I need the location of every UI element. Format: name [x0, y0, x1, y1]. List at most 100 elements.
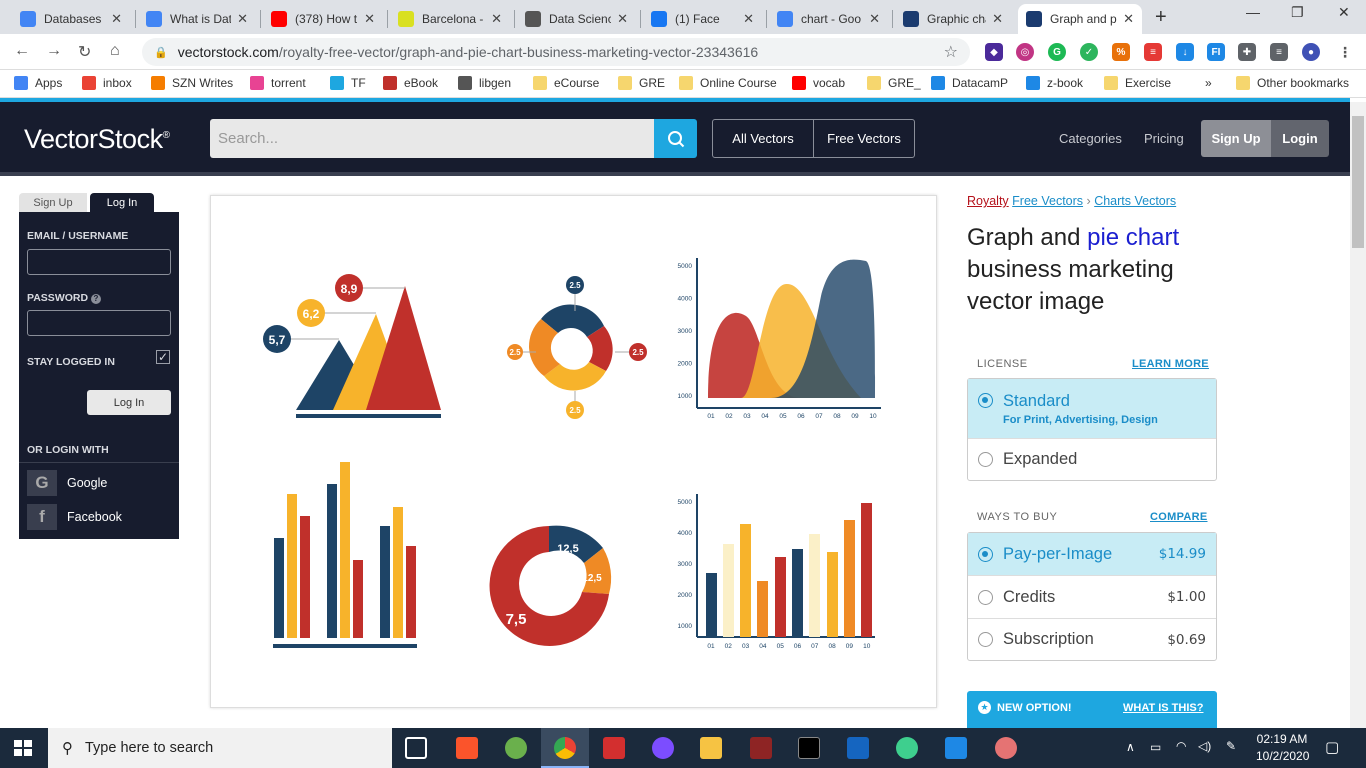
bookmark-item[interactable]: torrent: [250, 76, 306, 90]
license-expanded-option[interactable]: Expanded: [968, 438, 1216, 480]
grammarly-icon[interactable]: G: [1048, 43, 1066, 61]
facebook-login-button[interactable]: f Facebook: [27, 504, 122, 530]
notification-icon[interactable]: ▢: [1325, 738, 1339, 756]
close-tab-icon[interactable]: ✕: [743, 11, 754, 27]
other-bookmarks[interactable]: Other bookmarks: [1236, 76, 1349, 90]
email-field[interactable]: [27, 249, 171, 275]
chrome-taskbar-active[interactable]: [541, 728, 589, 768]
header-login-button[interactable]: Login: [1271, 120, 1329, 157]
breadcrumb-charts-vectors[interactable]: Charts Vectors: [1094, 194, 1176, 208]
winrar-icon[interactable]: [750, 737, 772, 759]
browser-tab[interactable]: What is Dat ✕: [138, 4, 256, 34]
close-tab-icon[interactable]: ✕: [237, 11, 248, 27]
close-tab-icon[interactable]: ✕: [869, 11, 880, 27]
fi-extension-icon[interactable]: FI: [1207, 43, 1225, 61]
all-vectors-button[interactable]: All Vectors: [713, 120, 813, 157]
help-icon[interactable]: ?: [90, 294, 101, 304]
reload-icon[interactable]: ↻: [78, 42, 91, 62]
login-submit-button[interactable]: Log In: [87, 390, 171, 415]
minimize-icon[interactable]: —: [1246, 4, 1260, 20]
windows-start-icon[interactable]: [14, 740, 32, 756]
bookmark-item[interactable]: vocab: [792, 76, 845, 90]
forward-arrow-icon[interactable]: →: [46, 42, 62, 60]
learn-more-link[interactable]: LEARN MORE: [1132, 358, 1209, 370]
terminal-icon[interactable]: [798, 737, 820, 759]
wifi-icon[interactable]: ◠: [1176, 739, 1186, 753]
maps-app-icon[interactable]: [505, 737, 527, 759]
instagram-icon[interactable]: ◎: [1016, 43, 1034, 61]
browser-tab[interactable]: Graphic cha ✕: [895, 4, 1011, 34]
bookmark-item[interactable]: Apps: [14, 76, 62, 90]
bookmark-item[interactable]: TF: [330, 76, 366, 90]
search-button[interactable]: [654, 119, 697, 158]
more-bookmarks-chevron[interactable]: »: [1205, 76, 1212, 90]
browser-tab[interactable]: (1) Face ✕: [643, 4, 762, 34]
list-extension-icon[interactable]: ≡: [1144, 43, 1162, 61]
close-tab-icon[interactable]: ✕: [617, 11, 628, 27]
free-vectors-button[interactable]: Free Vectors: [813, 120, 914, 157]
search-input[interactable]: Search...: [210, 119, 654, 158]
battery-icon[interactable]: ▭: [1150, 740, 1161, 754]
profile-avatar[interactable]: ●: [1302, 43, 1320, 61]
browser-tab[interactable]: Databases a ✕: [12, 4, 130, 34]
bookmark-item[interactable]: SZN Writes: [151, 76, 233, 90]
bookmark-item[interactable]: eBook: [383, 76, 438, 90]
check-extension-icon[interactable]: ✓: [1080, 43, 1098, 61]
subscription-option[interactable]: Subscription $0.69: [968, 618, 1216, 660]
coupon-extension-icon[interactable]: %: [1112, 43, 1130, 61]
close-tab-icon[interactable]: ✕: [1123, 11, 1134, 27]
google-login-button[interactable]: G Google: [27, 470, 107, 496]
back-arrow-icon[interactable]: ←: [14, 42, 30, 60]
scrollbar-thumb[interactable]: [1352, 116, 1364, 248]
browser-tab[interactable]: Barcelona - ✕: [390, 4, 510, 34]
compare-link[interactable]: COMPARE: [1150, 511, 1208, 523]
download-arrow-icon[interactable]: ↓: [1176, 43, 1194, 61]
powershell-icon[interactable]: [847, 737, 869, 759]
what-is-this-link[interactable]: WHAT IS THIS?: [1123, 702, 1203, 714]
bookmark-item[interactable]: Online Course: [679, 76, 777, 90]
bookmark-item[interactable]: inbox: [82, 76, 132, 90]
paint-icon[interactable]: [995, 737, 1017, 759]
task-view-icon[interactable]: [405, 737, 427, 759]
license-standard-option[interactable]: Standard For Print, Advertising, Design: [968, 379, 1216, 438]
bookmark-star-icon[interactable]: ☆: [944, 42, 958, 62]
bookmark-item[interactable]: libgen: [458, 76, 511, 90]
bookmark-item[interactable]: eCourse: [533, 76, 599, 90]
browser-tab[interactable]: (378) How t ✕: [263, 4, 383, 34]
home-icon[interactable]: ⌂: [110, 42, 120, 60]
close-tab-icon[interactable]: ✕: [491, 11, 502, 27]
header-signup-button[interactable]: Sign Up: [1201, 120, 1271, 157]
taskbar-search[interactable]: ⚲ Type here to search: [48, 728, 392, 768]
vectorstock-logo[interactable]: VectorStock®: [24, 124, 170, 155]
categories-link[interactable]: Categories: [1059, 131, 1122, 146]
signup-tab[interactable]: Sign Up: [19, 193, 87, 213]
close-tab-icon[interactable]: ✕: [992, 11, 1003, 27]
bookmark-item[interactable]: GRE_: [867, 76, 921, 90]
torrent-app-icon[interactable]: [652, 737, 674, 759]
breadcrumb-royalty[interactable]: Royalty: [967, 194, 1009, 208]
restore-icon[interactable]: ❐: [1291, 4, 1304, 21]
login-tab[interactable]: Log In: [90, 193, 154, 213]
close-window-icon[interactable]: ✕: [1338, 4, 1350, 21]
photos-icon[interactable]: [945, 737, 967, 759]
chevron-up-icon[interactable]: ∧: [1126, 740, 1135, 754]
bookmark-item[interactable]: DatacamP: [931, 76, 1008, 90]
file-explorer-icon[interactable]: [700, 737, 722, 759]
bookmark-item[interactable]: z-book: [1026, 76, 1083, 90]
pricing-link[interactable]: Pricing: [1144, 131, 1184, 146]
url-bar[interactable]: 🔒 vectorstock.com/royalty-free-vector/gr…: [142, 38, 970, 66]
volume-icon[interactable]: ◁): [1198, 739, 1211, 753]
stay-logged-checkbox[interactable]: ✓: [156, 350, 170, 364]
new-tab-button[interactable]: +: [1155, 6, 1167, 29]
browser-tab[interactable]: Graph and p ✕: [1018, 4, 1142, 34]
credits-option[interactable]: Credits $1.00: [968, 575, 1216, 618]
close-tab-icon[interactable]: ✕: [111, 11, 122, 27]
brave-icon[interactable]: [456, 737, 478, 759]
extension-icon[interactable]: ◆: [985, 43, 1003, 61]
browser-tab[interactable]: Data Scienc ✕: [517, 4, 636, 34]
title-link[interactable]: pie chart: [1087, 224, 1179, 251]
taskbar-clock[interactable]: 02:19 AM 10/2/2020: [1256, 732, 1309, 763]
pay-per-image-option[interactable]: Pay-per-Image $14.99: [968, 533, 1216, 575]
bookmark-item[interactable]: GRE: [618, 76, 665, 90]
close-tab-icon[interactable]: ✕: [364, 11, 375, 27]
